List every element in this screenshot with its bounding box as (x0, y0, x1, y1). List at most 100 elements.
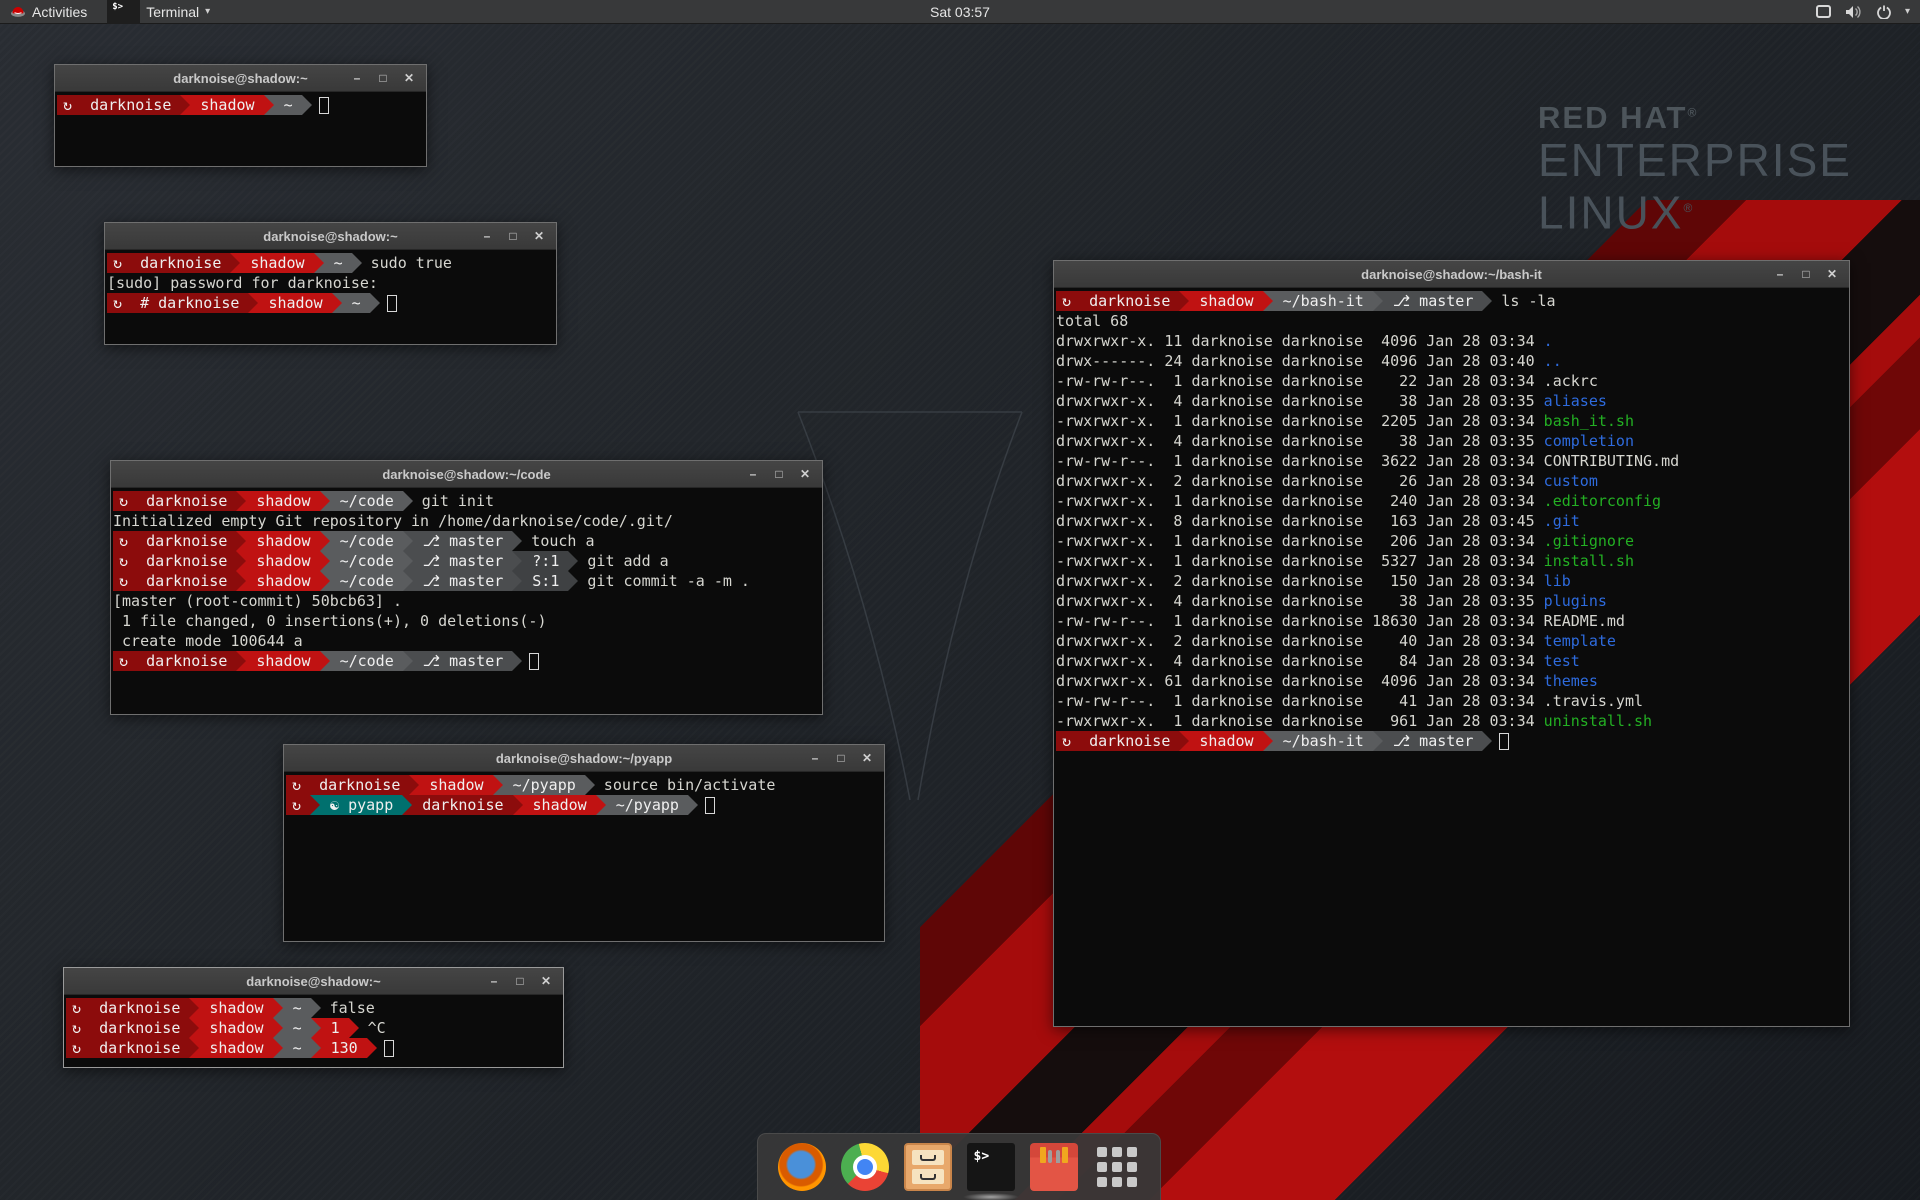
terminal-window-exitcodes[interactable]: darknoise@shadow:~–□✕↻ darknoiseshadow~ … (63, 967, 564, 1068)
app-indicator-menu[interactable]: $> Terminal ▾ (97, 0, 220, 23)
maximize-button[interactable]: □ (830, 748, 852, 768)
close-button[interactable]: ✕ (856, 748, 878, 768)
terminal-text: -rw-rw-r--. 1 darknoise darknoise 3622 J… (1056, 451, 1544, 471)
close-button[interactable]: ✕ (1821, 264, 1843, 284)
chevron-down-icon: ▾ (1905, 6, 1910, 17)
powerline-separator (513, 795, 523, 815)
terminal-screen[interactable]: ↻ darknoiseshadow~/code git initInitiali… (111, 488, 822, 714)
powerline-separator (596, 795, 606, 815)
prompt-segment: ↻ # darknoise (107, 293, 248, 313)
terminal-text: aliases (1544, 391, 1607, 411)
prompt-segment: ~ (283, 1038, 311, 1058)
maximize-button[interactable]: □ (372, 68, 394, 88)
window-titlebar[interactable]: darknoise@shadow:~/bash-it–□✕ (1054, 261, 1849, 288)
terminal-line: 1 file changed, 0 insertions(+), 0 delet… (113, 611, 820, 631)
terminal-text: drwxrwxr-x. 2 darknoise darknoise 26 Jan… (1056, 471, 1544, 491)
terminal-line: -rwxrwxr-x. 1 darknoise darknoise 5327 J… (1056, 551, 1847, 571)
powerline-separator (512, 551, 522, 571)
minimize-button[interactable]: – (742, 464, 764, 484)
terminal-window-pyapp[interactable]: darknoise@shadow:~/pyapp–□✕↻ darknoisesh… (283, 744, 885, 942)
terminal-screen[interactable]: ↻ darknoiseshadow~ false↻ darknoiseshado… (64, 995, 563, 1067)
window-titlebar[interactable]: darknoise@shadow:~–□✕ (105, 223, 556, 250)
prompt-segment: ~/code (330, 531, 403, 551)
terminal-line: ↻ darknoiseshadow~/code⎇ master touch a (113, 531, 820, 551)
terminal-text: create mode 100644 a (113, 631, 303, 651)
powerline-separator (320, 651, 330, 671)
close-button[interactable]: ✕ (528, 226, 550, 246)
prompt-segment: ~ (283, 1018, 311, 1038)
chrome-icon[interactable] (841, 1143, 889, 1191)
terminal-line: drwxrwxr-x. 2 darknoise darknoise 26 Jan… (1056, 471, 1847, 491)
terminal-window-code[interactable]: darknoise@shadow:~/code–□✕ ↻ darknoisesha… (110, 460, 823, 715)
terminal-window-home-1[interactable]: darknoise@shadow:~–□✕↻ darknoiseshadow~ (54, 64, 427, 167)
prompt-segment: ⎇ master (413, 531, 513, 551)
minimize-button[interactable]: – (1769, 264, 1791, 284)
terminal-line: drwxrwxr-x. 61 darknoise darknoise 4096 … (1056, 671, 1847, 691)
prompt-segment: ⎇ master (413, 551, 513, 571)
terminal-screen[interactable]: ↻ darknoiseshadow~/pyapp source bin/acti… (284, 772, 884, 941)
minimize-button[interactable]: – (346, 68, 368, 88)
terminal-line: -rw-rw-r--. 1 darknoise darknoise 18630 … (1056, 611, 1847, 631)
prompt-segment: shadow (246, 651, 319, 671)
prompt-segment: ~ (342, 293, 370, 313)
terminal-cursor (529, 653, 539, 670)
terminal-text: drwxrwxr-x. 8 darknoise darknoise 163 Ja… (1056, 511, 1544, 531)
terminal-window-bash-it[interactable]: darknoise@shadow:~/bash-it–□✕↻ darknoise… (1053, 260, 1850, 1027)
prompt-segment: shadow (246, 491, 319, 511)
powerline-separator (403, 531, 413, 551)
terminal-line: ↻ darknoiseshadow~/code git init (113, 491, 820, 511)
terminal-line: ↻ darknoiseshadow~ sudo true (107, 253, 554, 273)
powerline-separator (180, 95, 190, 115)
terminal-screen[interactable]: ↻ darknoiseshadow~ sudo true[sudo] passw… (105, 250, 556, 344)
dock: $> (757, 1133, 1161, 1200)
terminal-screen[interactable]: ↻ darknoiseshadow~/bash-it⎇ master ls -l… (1054, 288, 1849, 1026)
file-manager-icon[interactable] (904, 1143, 952, 1191)
prompt-segment: ⎇ master (413, 571, 513, 591)
close-button[interactable]: ✕ (794, 464, 816, 484)
toolbox-icon[interactable] (1030, 1143, 1078, 1191)
terminal-line: total 68 (1056, 311, 1847, 331)
window-titlebar[interactable]: darknoise@shadow:~/pyapp–□✕ (284, 745, 884, 772)
window-titlebar[interactable]: darknoise@shadow:~–□✕ (55, 65, 426, 92)
terminal-screen[interactable]: ↻ darknoiseshadow~ (55, 92, 426, 166)
powerline-separator (311, 1038, 321, 1058)
close-button[interactable]: ✕ (535, 971, 557, 991)
powerline-separator (302, 95, 312, 115)
maximize-button[interactable]: □ (502, 226, 524, 246)
minimize-button[interactable]: – (476, 226, 498, 246)
terminal-window-sudo[interactable]: darknoise@shadow:~–□✕↻ darknoiseshadow~ … (104, 222, 557, 345)
powerline-separator (236, 571, 246, 591)
prompt-segment: ~ (274, 95, 302, 115)
prompt-segment: ~/pyapp (606, 795, 688, 815)
terminal-line: drwxrwxr-x. 11 darknoise darknoise 4096 … (1056, 331, 1847, 351)
activities-button[interactable]: Activities (0, 0, 97, 23)
terminal-line: drwxrwxr-x. 4 darknoise darknoise 38 Jan… (1056, 431, 1847, 451)
terminal-cursor (319, 97, 329, 114)
clock[interactable]: Sat 03:57 (0, 4, 1920, 20)
maximize-button[interactable]: □ (1795, 264, 1817, 284)
maximize-button[interactable]: □ (509, 971, 531, 991)
window-titlebar[interactable]: darknoise@shadow:~/code–□✕ (111, 461, 822, 488)
powerline-separator (585, 775, 595, 795)
terminal-text: false (321, 998, 375, 1018)
prompt-segment: ↻ darknoise (66, 998, 189, 1018)
prompt-segment: shadow (1189, 731, 1262, 751)
firefox-icon[interactable] (778, 1143, 826, 1191)
prompt-segment: shadow (199, 1038, 272, 1058)
powerline-separator (1263, 731, 1273, 751)
minimize-button[interactable]: – (483, 971, 505, 991)
app-indicator-label: Terminal (146, 4, 199, 20)
terminal-text: completion (1544, 431, 1634, 451)
terminal-line: ↻ darknoiseshadow~/bash-it⎇ master (1056, 731, 1847, 751)
minimize-button[interactable]: – (804, 748, 826, 768)
prompt-segment: ⎇ master (1383, 291, 1483, 311)
close-button[interactable]: ✕ (398, 68, 420, 88)
terminal-icon[interactable]: $> (967, 1143, 1015, 1191)
system-status-area[interactable]: ▾ (1816, 0, 1920, 23)
window-titlebar[interactable]: darknoise@shadow:~–□✕ (64, 968, 563, 995)
app-grid-icon[interactable] (1093, 1143, 1141, 1191)
prompt-segment: ~ (283, 998, 311, 1018)
maximize-button[interactable]: □ (768, 464, 790, 484)
prompt-segment: ↻ (286, 795, 310, 815)
terminal-line: drwxrwxr-x. 2 darknoise darknoise 40 Jan… (1056, 631, 1847, 651)
